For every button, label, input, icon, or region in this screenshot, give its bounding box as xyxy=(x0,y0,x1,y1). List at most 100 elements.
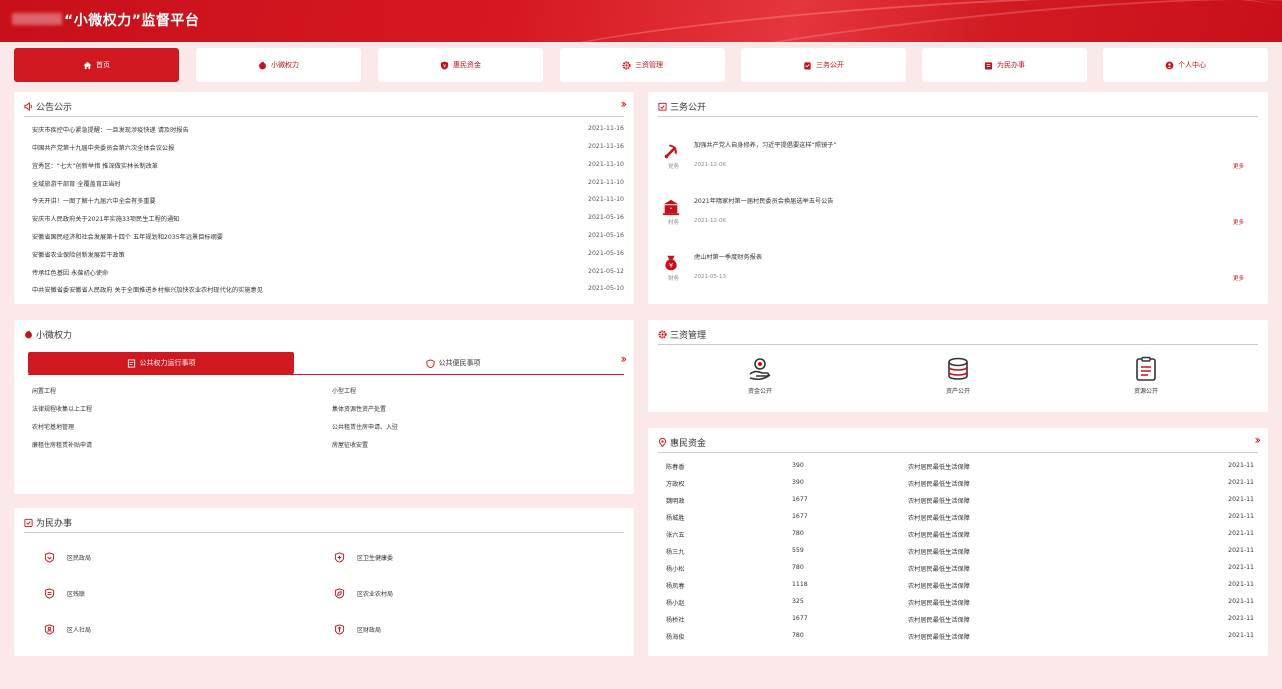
checklist-icon xyxy=(984,61,993,70)
table-row[interactable]: 张六五 780 农村居民最低生活保障 2021-11 xyxy=(666,526,1254,543)
dept-health-link[interactable]: 区卫生健康委 xyxy=(334,552,393,563)
dept-agriculture-link[interactable]: 区农业农村局 xyxy=(334,588,393,599)
benefit-funds-panel: 惠民资金 ›› 陈春香 390 农村居民最低生活保障 2021-11 方政权 390 农村… xyxy=(648,428,1268,656)
dept-disability-link[interactable]: 区残联 xyxy=(44,588,85,599)
leaf-shield-icon xyxy=(334,588,345,599)
main-nav: 首页 小微权力 ¥ 惠民资金 三资管理 三务公开 为民办事 个人中心 xyxy=(14,48,1268,82)
list-item[interactable]: 2021年隋家村第一届村民委员会换届选举五号公告 村务 2021-12-06 更… xyxy=(658,186,1258,244)
more-link[interactable]: 更多 xyxy=(1233,274,1244,282)
list-item[interactable]: 安徽省农业保险创新发展若干政策 2021-05-16 xyxy=(32,250,624,262)
tab-underline xyxy=(28,374,624,375)
assets-resources-link[interactable]: 资源公开 xyxy=(1106,356,1186,395)
micro-power-panel: 小微权力 ›› 公共权力运行事项 公共便民事项 闲置工程 法律规程收集以上工程 … xyxy=(14,320,634,494)
announcements-panel: 公告公示 ›› 安庆市疾控中心紧急提醒：一旦发现涉疫快递 请及时报告 2021-1… xyxy=(14,92,634,304)
divider xyxy=(658,116,1258,117)
clipboard-list-icon xyxy=(1136,356,1156,381)
list-item[interactable]: 传承红色基因 永葆初心使命 2021-05-12 xyxy=(32,268,624,280)
table-row[interactable]: 杨三九 559 农村居民最低生活保障 2021-11 xyxy=(666,543,1254,560)
list-item[interactable]: 廉租住房租赁补贴申请 xyxy=(32,440,92,449)
nav-home[interactable]: 首页 xyxy=(14,48,179,82)
home-icon xyxy=(83,61,92,70)
heart-shield-icon xyxy=(425,358,435,368)
table-row[interactable]: 杨小赵 325 农村居民最低生活保障 2021-11 xyxy=(666,594,1254,611)
list-item[interactable]: 公共租赁住房申请、入驻 xyxy=(332,422,398,431)
document-icon xyxy=(127,358,135,368)
list-item[interactable]: 加强共产党人自身修养，习近平提倡要这样“照镜子” 党务 2021-12-06 更… xyxy=(658,130,1258,188)
table-row[interactable]: 方政权 390 农村居民最低生活保障 2021-11 xyxy=(666,475,1254,492)
announcements-title: 公告公示 xyxy=(24,100,72,113)
tab-public-convenience[interactable]: 公共便民事项 xyxy=(320,352,586,374)
speaker-icon xyxy=(24,102,32,111)
divider xyxy=(658,452,1258,453)
people-shield-icon xyxy=(44,624,55,635)
list-item[interactable]: 集体资源性资产处置 xyxy=(332,404,386,413)
more-link[interactable]: 更多 xyxy=(1233,162,1244,170)
divider xyxy=(24,532,624,533)
nav-personal-center[interactable]: 个人中心 xyxy=(1103,48,1268,82)
list-item[interactable]: 安庆市人民政府关于2021年实施33项民生工程的通知 2021-05-16 xyxy=(32,214,624,226)
assets-panel: 三资管理 资金公开 资产公开 资源公开 xyxy=(648,320,1268,412)
nav-micro-power[interactable]: 小微权力 xyxy=(196,48,361,82)
micro-power-tabs: 公共权力运行事项 公共便民事项 xyxy=(28,352,624,374)
list-item[interactable]: 安徽省国民经济和社会发展第十四个 五年规划和2035年远景目标纲要 2021-05… xyxy=(32,232,624,244)
coin-stack-icon xyxy=(948,357,968,380)
tab-public-power[interactable]: 公共权力运行事项 xyxy=(28,352,294,374)
list-item[interactable]: 中国共产党第十九届中央委员会第六次全体会议公报 2021-11-16 xyxy=(32,143,624,155)
page-title: “小微权力”监督平台 xyxy=(64,13,200,29)
hands-shield-icon xyxy=(44,588,55,599)
table-row[interactable]: 杨凤春 1118 农村居民最低生活保障 2021-11 xyxy=(666,577,1254,594)
list-item[interactable]: 宜秀区：“七大”创新举措 推深做实林长制改革 2021-11-10 xyxy=(32,161,624,173)
list-item[interactable]: 全域旅游干部育 全覆盖育正当时 2021-11-10 xyxy=(32,179,624,191)
list-item[interactable]: 农村宅基地管理 xyxy=(32,422,74,431)
table-row[interactable]: 杨海俊 780 农村居民最低生活保障 2021-11 xyxy=(666,628,1254,645)
three-affairs-title: 三务公开 xyxy=(658,100,706,113)
table-row[interactable]: 杨桥社 1677 农村居民最低生活保障 2021-11 xyxy=(666,611,1254,628)
medical-shield-icon xyxy=(334,552,345,563)
location-pin-icon xyxy=(658,438,667,447)
dept-finance-link[interactable]: 区财政局 xyxy=(334,624,381,635)
calendar-check-icon xyxy=(658,102,667,111)
nav-benefit-funds[interactable]: ¥ 惠民资金 xyxy=(378,48,543,82)
shield-icon: ¥ xyxy=(440,60,449,70)
gear-icon xyxy=(622,60,631,70)
table-row[interactable]: 魏明政 1677 农村居民最低生活保障 2021-11 xyxy=(666,492,1254,509)
nav-assets[interactable]: 三资管理 xyxy=(560,48,725,82)
micro-power-title: 小微权力 xyxy=(24,328,72,341)
nav-three-affairs[interactable]: 三务公开 xyxy=(741,48,906,82)
benefit-funds-more-link[interactable]: ›› xyxy=(1254,433,1260,447)
more-link[interactable]: 更多 xyxy=(1233,218,1244,226)
table-row[interactable]: 杨小松 780 农村居民最低生活保障 2021-11 xyxy=(666,560,1254,577)
header-banner: “小微权力”监督平台 xyxy=(0,0,1282,42)
money-bag-icon: ¥ xyxy=(665,255,677,271)
dept-civil-affairs-link[interactable]: 区民政局 xyxy=(44,552,91,563)
list-item[interactable]: 闲置工程 xyxy=(32,386,56,395)
for-people-title: 为民办事 xyxy=(24,516,72,529)
list-item[interactable]: 小型工程 xyxy=(332,386,356,395)
hand-money-icon xyxy=(749,358,771,381)
list-item[interactable]: 中共安徽省委安徽省人民政府 关于全面推进乡村振兴加快农业农村现代化的实施意见 20… xyxy=(32,285,624,297)
divider xyxy=(658,344,1258,345)
list-item[interactable]: 房屋征收安置 xyxy=(332,440,368,449)
power-icon xyxy=(25,330,32,339)
power-icon xyxy=(258,60,267,70)
table-row[interactable]: 杨城胜 1677 农村居民最低生活保障 2021-11 xyxy=(666,509,1254,526)
user-icon xyxy=(1165,61,1174,70)
table-row[interactable]: 陈春香 390 农村居民最低生活保障 2021-11 xyxy=(666,458,1254,475)
for-people-panel: 为民办事 区民政局 区卫生健康委 区残联 区农业农村局 区人社局 区财政局 xyxy=(14,508,634,656)
list-item[interactable]: 今天开讲！一图了解十九届六中全会有多重要 2021-11-10 xyxy=(32,196,624,208)
assets-assets-link[interactable]: 资产公开 xyxy=(918,356,998,395)
list-item[interactable]: ¥ 虎山村第一季度财务报表 财务 2021-05-13 更多 xyxy=(658,242,1258,300)
assets-funds-link[interactable]: 资金公开 xyxy=(720,356,800,395)
blurred-logo xyxy=(12,13,62,25)
list-item[interactable]: 法律规程收集以上工程 xyxy=(32,404,92,413)
dept-human-resources-link[interactable]: 区人社局 xyxy=(44,624,91,635)
svg-text:¥: ¥ xyxy=(443,63,446,69)
clipboard-icon xyxy=(803,61,812,70)
list-item[interactable]: 安庆市疾控中心紧急提醒：一旦发现涉疫快递 请及时报告 2021-11-16 xyxy=(32,125,624,137)
svg-text:¥: ¥ xyxy=(669,263,673,270)
divider xyxy=(24,116,624,117)
nav-for-people[interactable]: 为民办事 xyxy=(922,48,1087,82)
announcements-more-link[interactable]: ›› xyxy=(620,97,626,111)
finance-shield-icon xyxy=(334,624,345,635)
benefit-funds-title: 惠民资金 xyxy=(658,436,706,449)
